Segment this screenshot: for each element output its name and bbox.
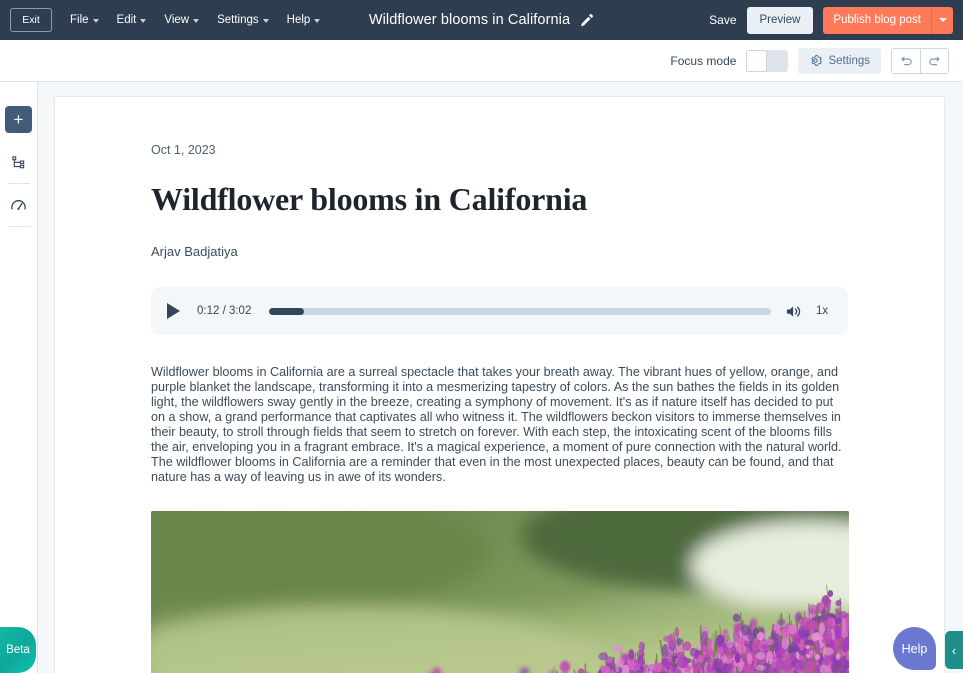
preview-button[interactable]: Preview	[747, 7, 814, 34]
undo-redo-group	[891, 48, 949, 74]
redo-arrow-icon	[927, 53, 942, 68]
settings-button[interactable]: Settings	[798, 48, 881, 74]
content-tree-button[interactable]	[5, 151, 32, 173]
chevron-down-icon	[193, 19, 199, 23]
publish-button-group[interactable]: Publish blog post	[823, 7, 953, 34]
add-module-button[interactable]: +	[5, 106, 32, 133]
menu-view[interactable]: View	[164, 14, 199, 26]
focus-mode-toggle[interactable]	[746, 50, 788, 72]
editor-toolbar: Focus mode Settings	[0, 40, 963, 82]
post-image[interactable]	[151, 511, 849, 673]
plus-icon: +	[14, 111, 24, 128]
beta-badge[interactable]: Beta	[0, 627, 36, 673]
menu-settings-label: Settings	[217, 14, 259, 26]
undo-button[interactable]	[892, 49, 920, 73]
menu-file[interactable]: File	[70, 14, 99, 26]
chevron-left-icon[interactable]: ‹	[945, 631, 963, 669]
post-body-text[interactable]: Wildflower blooms in California are a su…	[151, 365, 848, 485]
chevron-down-icon	[93, 19, 99, 23]
document-card: Oct 1, 2023 Wildflower blooms in Califor…	[54, 96, 945, 673]
chevron-down-icon	[939, 18, 947, 22]
save-button[interactable]: Save	[709, 13, 736, 27]
sidebar-divider	[8, 226, 30, 227]
audio-time-display: 0:12 / 3:02	[197, 305, 255, 317]
menu-help[interactable]: Help	[287, 14, 321, 26]
gear-icon	[809, 54, 822, 67]
volume-button[interactable]	[785, 304, 802, 319]
menu-bar: File Edit View Settings Help	[70, 14, 320, 26]
document-content: Oct 1, 2023 Wildflower blooms in Califor…	[55, 97, 944, 673]
exit-button[interactable]: Exit	[10, 8, 52, 32]
toggle-knob	[746, 50, 767, 72]
menu-help-label: Help	[287, 14, 311, 26]
redo-button[interactable]	[920, 49, 948, 73]
publish-dropdown-button[interactable]	[931, 7, 953, 34]
sidebar-divider	[8, 183, 30, 184]
menu-edit-label: Edit	[117, 14, 137, 26]
left-sidebar: +	[0, 82, 38, 673]
chevron-down-icon	[263, 19, 269, 23]
menu-file-label: File	[70, 14, 89, 26]
audio-progress-fill	[269, 308, 304, 315]
post-author[interactable]: Arjav Badjatiya	[151, 244, 848, 259]
page-title: Wildflower blooms in California	[369, 12, 570, 28]
post-heading[interactable]: Wildflower blooms in California	[151, 181, 848, 218]
menu-edit[interactable]: Edit	[117, 14, 147, 26]
pencil-icon[interactable]	[579, 13, 594, 28]
chevron-down-icon	[140, 19, 146, 23]
sitemap-tree-icon	[11, 155, 26, 170]
undo-arrow-icon	[899, 53, 914, 68]
playback-speed-button[interactable]: 1x	[816, 305, 832, 317]
help-button[interactable]: Help	[893, 627, 936, 670]
play-button[interactable]	[167, 302, 183, 320]
top-navbar: Exit File Edit View Settings Help Wildfl…	[0, 0, 963, 40]
settings-button-label: Settings	[828, 55, 870, 67]
publish-button[interactable]: Publish blog post	[823, 7, 931, 34]
post-date: Oct 1, 2023	[151, 143, 848, 157]
audio-player[interactable]: 0:12 / 3:02 1x	[151, 287, 848, 335]
focus-mode-label: Focus mode	[670, 54, 736, 68]
gauge-speedometer-icon	[10, 197, 27, 214]
menu-settings[interactable]: Settings	[217, 14, 269, 26]
top-right-actions: Save Preview Publish blog post	[709, 7, 953, 34]
play-icon	[167, 303, 180, 319]
menu-view-label: View	[164, 14, 189, 26]
audio-progress-bar[interactable]	[269, 308, 771, 315]
editor-canvas: Oct 1, 2023 Wildflower blooms in Califor…	[38, 82, 963, 673]
volume-on-icon	[785, 304, 802, 319]
optimize-button[interactable]	[5, 194, 32, 216]
chevron-down-icon	[314, 19, 320, 23]
